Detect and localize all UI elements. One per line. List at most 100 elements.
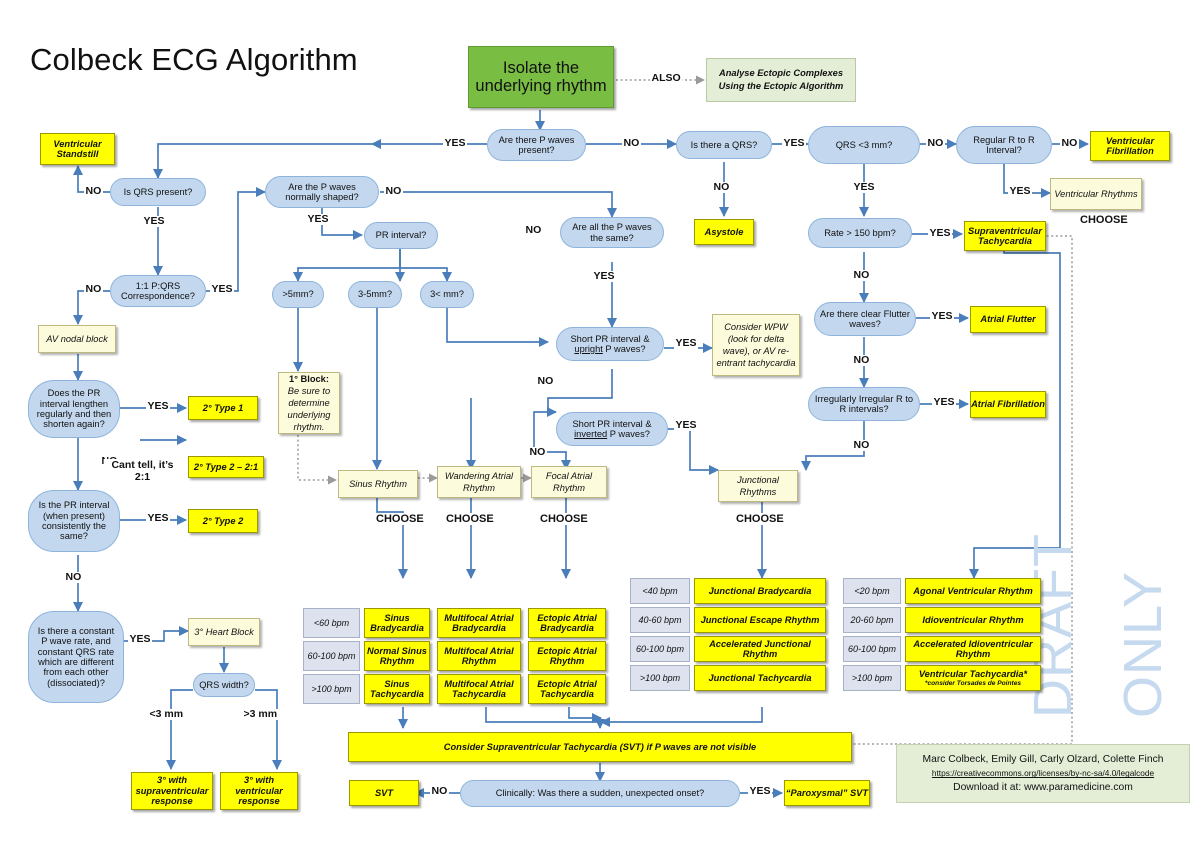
rhythm-name-text: Ventricular Tachycardia*: [918, 669, 1028, 680]
rhythm-name-text: Sinus Bradycardia: [370, 612, 424, 633]
decision-irregularly-irregular-rr[interactable]: Irregularly Irregular R to R intervals?: [808, 387, 920, 421]
edge-label-yes-paroxysmal: YES: [748, 785, 773, 797]
table-row: 40-60 bpm Junctional Escape Rhythm: [630, 607, 826, 633]
rhythm-name-text: Junctional Escape Rhythm: [700, 614, 820, 625]
decision-flutter-waves[interactable]: Are there clear Flutter waves?: [814, 302, 916, 336]
edge-label-no-asystole: NO: [712, 181, 731, 193]
rhythm-name-text: Ectopic Atrial Rhythm: [537, 645, 597, 666]
terminal-ventricular-standstill[interactable]: Ventricular Standstill: [40, 133, 115, 165]
decision-rate-gt-150[interactable]: Rate > 150 bpm?: [808, 218, 912, 248]
edge-label-no-qrs3mm: NO: [926, 137, 945, 149]
edge-label-no-rate150: NO: [852, 269, 871, 281]
decision-qrs-lt-3mm[interactable]: QRS <3 mm?: [808, 126, 920, 164]
edge-label-choose-focal: CHOOSE: [538, 513, 590, 525]
edge-label-qrs-lt-3mm: <3 mm: [148, 708, 185, 720]
rhythm-name-text: Multifocal Atrial Rhythm: [444, 645, 514, 666]
decision-p-waves-present[interactable]: Are there P waves present?: [487, 129, 586, 161]
outcome-sinus-rhythm[interactable]: Sinus Rhythm: [338, 470, 418, 498]
rhythm-name-cell[interactable]: Ectopic Atrial Rhythm: [528, 641, 606, 671]
outcome-wandering-atrial-rhythm[interactable]: Wandering Atrial Rhythm: [437, 466, 521, 498]
edge-label-no-all-p-same: NO: [524, 224, 543, 236]
edge-label-yes-all-p-same: YES: [592, 270, 617, 282]
rhythm-name-cell[interactable]: Multifocal Atrial Bradycardia: [437, 608, 521, 638]
rhythm-name-text: Agonal Ventricular Rhythm: [913, 585, 1033, 596]
terminal-3deg-ventricular-response[interactable]: 3° with ventricular response: [220, 772, 298, 810]
terminal-supraventricular-tachycardia[interactable]: Supraventricular Tachycardia: [964, 221, 1046, 251]
credit-license-link[interactable]: https://creativecommons.org/licenses/by-…: [903, 767, 1183, 779]
edge-label-no-sudden-onset: NO: [430, 785, 449, 797]
decision-regular-r-to-r[interactable]: Regular R to R Interval?: [956, 126, 1052, 164]
outcome-first-degree-block[interactable]: 1° Block: Be sure to determine underlyin…: [278, 372, 340, 434]
terminal-atrial-fibrillation[interactable]: Atrial Fibrillation: [970, 391, 1046, 418]
edge-label-choose-sinus: CHOOSE: [374, 513, 426, 525]
terminal-2deg-type-2[interactable]: 2° Type 2: [188, 509, 258, 533]
terminal-paroxysmal-svt[interactable]: “Paroxysmal” SVT: [784, 780, 870, 806]
terminal-2deg-type-2-2to1[interactable]: 2° Type 2 – 2:1: [188, 456, 264, 478]
terminal-ventricular-fibrillation[interactable]: Ventricular Fibrillation: [1090, 131, 1170, 161]
table-ventricular-rhythms: <20 bpm Agonal Ventricular Rhythm 20-60 bp…: [843, 578, 1041, 694]
terminal-svt[interactable]: SVT: [349, 780, 419, 806]
rhythm-name-text: Multifocal Atrial Bradycardia: [444, 612, 514, 633]
edge-label-yes-type1: YES: [146, 400, 171, 412]
note-ectopic-algorithm: Analyse Ectopic Complexes Using the Ecto…: [706, 58, 856, 102]
page-title: Colbeck ECG Algorithm: [30, 41, 358, 77]
outcome-junctional-rhythms[interactable]: Junctional Rhythms: [718, 470, 798, 502]
decision-short-pr-upright-p[interactable]: Short PR interval & upright P waves?: [556, 327, 664, 361]
rhythm-name-cell[interactable]: Ectopic Atrial Tachycardia: [528, 674, 606, 704]
rhythm-name-cell[interactable]: Accelerated Junctional Rhythm: [694, 636, 826, 662]
rhythm-name-cell[interactable]: Multifocal Atrial Tachycardia: [437, 674, 521, 704]
decision-short-pr-inverted-p[interactable]: Short PR interval & inverted P waves?: [556, 412, 668, 446]
rhythm-name-cell[interactable]: Sinus Tachycardia: [364, 674, 430, 704]
decision-is-qrs-present[interactable]: Is QRS present?: [110, 178, 206, 206]
edge-label-yes-qrs3mm: YES: [852, 181, 877, 193]
rhythm-name-cell[interactable]: Junctional Bradycardia: [694, 578, 826, 604]
edge-label-yes-dissociated: YES: [128, 633, 153, 645]
rhythm-name-cell[interactable]: Junctional Tachycardia: [694, 665, 826, 691]
rhythm-name-cell[interactable]: Ectopic Atrial Bradycardia: [528, 608, 606, 638]
decision-p-qrs-correspondence[interactable]: 1:1 P:QRS Correspondence?: [110, 275, 206, 307]
decision-pr-lt-3mm[interactable]: 3< mm?: [420, 281, 474, 308]
decision-p-waves-normally-shaped[interactable]: Are the P waves normally shaped?: [265, 176, 379, 208]
rhythm-name-cell[interactable]: Accelerated Idioventricular Rhythm: [905, 636, 1041, 662]
rhythm-name-cell[interactable]: Idioventricular Rhythm: [905, 607, 1041, 633]
edge-label-yes-p-qrs: YES: [210, 283, 235, 295]
decision-av-dissociation[interactable]: Is there a constant P wave rate, and con…: [28, 611, 124, 703]
banner-consider-svt[interactable]: Consider Supraventricular Tachycardia (S…: [348, 732, 852, 762]
terminal-3deg-supraventricular-response[interactable]: 3° with supraventricular response: [131, 772, 213, 810]
decision-all-p-waves-same[interactable]: Are all the P waves the same?: [560, 217, 664, 248]
flowchart-canvas: Colbeck ECG Algorithm Isolate the underl…: [0, 0, 1200, 849]
edge-label-yes-flutter: YES: [930, 310, 955, 322]
short-pr-inverted-text: Short PR interval & inverted P waves?: [572, 418, 652, 439]
outcome-consider-wpw[interactable]: Consider WPW (look for delta wave), or A…: [712, 314, 800, 376]
bpm-range-cell: <20 bpm: [843, 578, 901, 604]
outcome-focal-atrial-rhythm[interactable]: Focal Atrial Rhythm: [531, 466, 607, 498]
table-row: Ectopic Atrial Rhythm: [528, 641, 606, 671]
decision-pr-3-to-5mm[interactable]: 3-5mm?: [348, 281, 402, 308]
table-row: Multifocal Atrial Bradycardia: [437, 608, 521, 638]
decision-pr-interval[interactable]: PR interval?: [364, 222, 438, 249]
outcome-av-nodal-block[interactable]: AV nodal block: [38, 325, 116, 353]
decision-pr-lengthen[interactable]: Does the PR interval lengthen regularly …: [28, 380, 120, 438]
terminal-atrial-flutter[interactable]: Atrial Flutter: [970, 306, 1046, 333]
decision-pr-consistent[interactable]: Is the PR interval (when present) consis…: [28, 490, 120, 552]
rhythm-name-text: Ectopic Atrial Bradycardia: [537, 612, 597, 633]
rhythm-name-cell[interactable]: Junctional Escape Rhythm: [694, 607, 826, 633]
terminal-asystole[interactable]: Asystole: [694, 219, 754, 245]
table-row: 60-100 bpm Normal Sinus Rhythm: [303, 641, 430, 671]
decision-qrs-width[interactable]: QRS width?: [193, 673, 255, 697]
decision-is-there-a-qrs[interactable]: Is there a QRS?: [676, 131, 772, 159]
outcome-ventricular-rhythms[interactable]: Ventricular Rhythms: [1050, 178, 1142, 210]
decision-pr-gt-5mm[interactable]: >5mm?: [272, 281, 324, 308]
start-node-isolate-rhythm[interactable]: Isolate the underlying rhythm: [468, 46, 614, 108]
first-degree-block-body: Be sure to determine underlying rhythm.: [287, 385, 331, 433]
terminal-2deg-type-1[interactable]: 2° Type 1: [188, 396, 258, 420]
rhythm-name-cell[interactable]: Multifocal Atrial Rhythm: [437, 641, 521, 671]
rhythm-name-cell[interactable]: Normal Sinus Rhythm: [364, 641, 430, 671]
decision-sudden-unexpected-onset[interactable]: Clinically: Was there a sudden, unexpect…: [460, 780, 740, 807]
rhythm-name-cell[interactable]: Agonal Ventricular Rhythm: [905, 578, 1041, 604]
rhythm-name-cell[interactable]: Sinus Bradycardia: [364, 608, 430, 638]
edge-label-yes-p-waves: YES: [443, 137, 468, 149]
edge-label-yes-wpw: YES: [674, 337, 699, 349]
outcome-3deg-heart-block[interactable]: 3° Heart Block: [188, 618, 260, 646]
rhythm-name-cell[interactable]: Ventricular Tachycardia* *consider Torsad…: [905, 665, 1041, 691]
